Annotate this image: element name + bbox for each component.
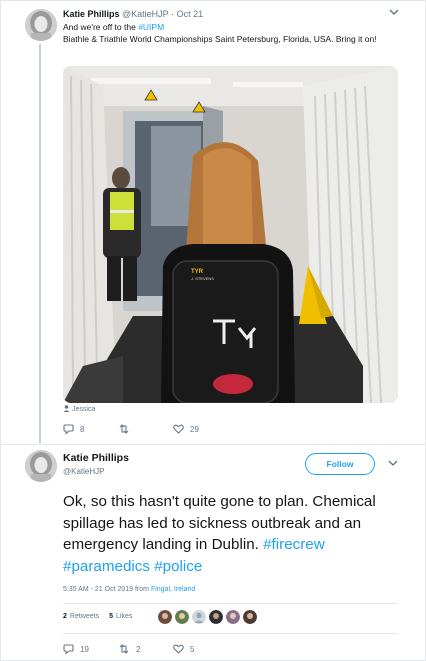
timestamp-text[interactable]: 5:35 AM - 21 Oct 2019 from — [63, 586, 151, 593]
reply-button[interactable]: 8 — [63, 424, 84, 434]
liker-avatar[interactable] — [158, 610, 172, 624]
display-name[interactable]: Katie Phillips — [63, 452, 129, 465]
avatar[interactable] — [25, 9, 57, 41]
likes-label[interactable]: Likes — [116, 613, 132, 620]
display-name[interactable]: Katie Phillips — [63, 9, 120, 19]
handle[interactable]: @KatieHJP — [122, 9, 169, 19]
liker-avatar[interactable] — [175, 610, 189, 624]
engagement-stats: 2 Retweets 5 Likes — [63, 613, 132, 620]
person-icon — [63, 405, 70, 412]
thread-connector — [39, 44, 41, 443]
reply-button[interactable]: 19 — [63, 644, 89, 654]
tweet-1[interactable]: Katie Phillips @KatieHJP · Oct 21 And we… — [0, 0, 426, 445]
retweets-total[interactable]: 2 — [63, 613, 67, 620]
reply-icon — [63, 644, 74, 654]
location-link[interactable]: Fingal, Ireland — [151, 586, 195, 593]
tweet-divider — [0, 444, 426, 445]
liker-avatar[interactable] — [226, 610, 240, 624]
tweet-text-plain: And we're off to the — [63, 22, 139, 32]
like-button[interactable]: 5 — [173, 644, 194, 654]
tweet-photo[interactable]: TYR J. STEVENS — [63, 66, 398, 403]
reply-count: 19 — [80, 644, 89, 654]
tweet-body-plain: Ok, so this hasn't quite gone to plan. C… — [63, 493, 376, 553]
chevron-down-icon[interactable] — [388, 460, 398, 470]
avatar[interactable] — [25, 450, 57, 482]
retweet-button[interactable] — [118, 424, 136, 434]
svg-text:J. STEVENS: J. STEVENS — [191, 276, 214, 281]
follow-button[interactable]: Follow — [305, 453, 375, 475]
separator: · — [171, 9, 175, 19]
likes-total[interactable]: 5 — [109, 613, 113, 620]
stats-divider-bottom — [63, 633, 398, 634]
retweet-count: 2 — [136, 644, 141, 654]
tweet-date[interactable]: Oct 21 — [177, 9, 204, 19]
hashtag-firecrew[interactable]: #firecrew — [263, 536, 325, 553]
handle[interactable]: @KatieHJP — [63, 466, 104, 477]
like-count: 5 — [190, 644, 195, 654]
hashtag-uipm[interactable]: #UIPM — [138, 22, 164, 32]
retweet-icon — [119, 424, 129, 434]
tweet-timestamp: 5:35 AM - 21 Oct 2019 from Fingal, Irela… — [63, 585, 195, 595]
liker-avatar[interactable] — [243, 610, 257, 624]
tagged-people[interactable]: Jessica — [63, 405, 95, 415]
heart-icon — [173, 424, 184, 434]
tweet-text-rest: Biathle & Triathle World Championships S… — [63, 34, 377, 44]
tagged-person-name[interactable]: Jessica — [72, 406, 95, 413]
liker-avatar[interactable] — [209, 610, 223, 624]
chevron-down-icon[interactable] — [389, 9, 399, 19]
hashtag-paramedics[interactable]: #paramedics — [63, 558, 150, 575]
heart-icon — [173, 644, 184, 654]
tweet-text: And we're off to the #UIPM Biathle & Tri… — [63, 21, 403, 45]
retweets-label[interactable]: Retweets — [70, 613, 99, 620]
svg-text:TYR: TYR — [191, 269, 204, 275]
stats-divider-top — [63, 603, 398, 604]
retweet-button[interactable]: 2 — [118, 644, 140, 654]
retweet-icon — [119, 644, 129, 654]
reply-count: 8 — [80, 424, 85, 434]
tweet-header: Katie Phillips @KatieHJP · Oct 21 — [63, 8, 203, 20]
reply-icon — [63, 424, 74, 434]
likers-avatars[interactable] — [158, 610, 257, 624]
liker-avatar[interactable] — [192, 610, 206, 624]
tweet-body: Ok, so this hasn't quite gone to plan. C… — [63, 491, 413, 577]
hashtag-police[interactable]: #police — [154, 558, 202, 575]
like-button[interactable]: 29 — [173, 424, 199, 434]
like-count: 29 — [190, 424, 199, 434]
